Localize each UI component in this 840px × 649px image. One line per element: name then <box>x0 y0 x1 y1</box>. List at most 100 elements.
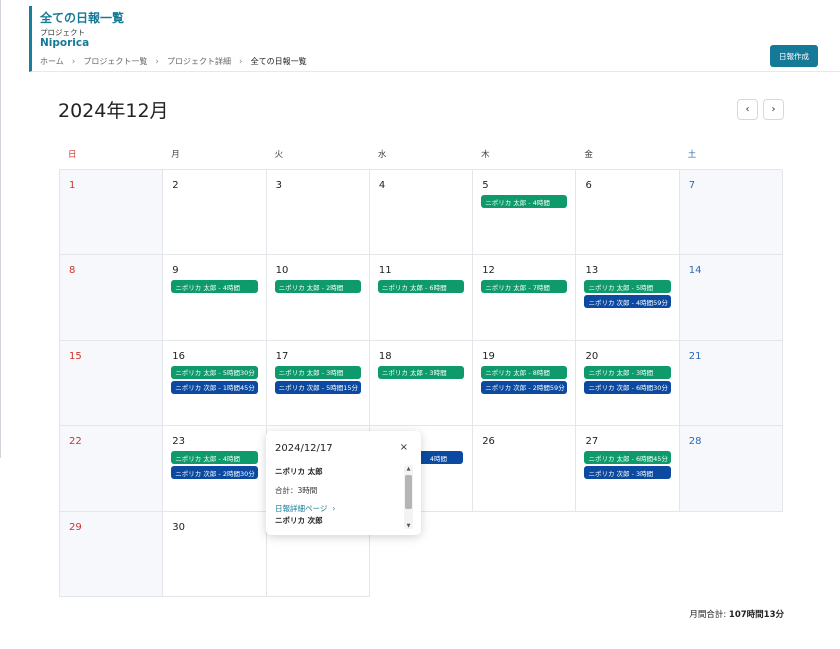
day-events: ニポリカ 太郎 - 8時間 ニポリカ 次郎 - 2時間59分 <box>481 365 568 394</box>
calendar-event[interactable]: ニポリカ 次郎 - 2時間59分 <box>481 380 568 394</box>
calendar-day-cell[interactable]: 18 ニポリカ 太郎 - 3時間 <box>369 340 474 427</box>
calendar-event[interactable]: ニポリカ 太郎 - 4時間 <box>171 280 258 294</box>
day-number: 4 <box>378 180 386 191</box>
breadcrumb: ホーム › プロジェクト一覧 › プロジェクト詳細 › 全ての日報一覧 <box>40 56 307 67</box>
day-number: 28 <box>688 436 702 448</box>
create-report-button[interactable]: 日報作成 <box>770 45 818 67</box>
day-number: 29 <box>69 521 82 533</box>
calendar-day-cell[interactable]: 7 <box>679 170 784 256</box>
calendar-day-cell[interactable]: 23 ニポリカ 太郎 - 4時間 ニポリカ 次郎 - 2時間30分 <box>163 426 267 512</box>
left-divider <box>0 0 1 458</box>
popup-body: ニポリカ 太郎 合計：3時間 日報詳細ページ › <box>275 466 405 514</box>
day-events: ニポリカ 太郎 - 4時間 <box>171 280 258 294</box>
calendar-event[interactable]: ニポリカ 次郎 - 6時間30分 <box>584 380 671 394</box>
calendar-day-cell[interactable]: 29 <box>60 511 164 597</box>
calendar-event[interactable]: ニポリカ 太郎 - 3時間 <box>377 365 465 379</box>
next-month-button[interactable]: › <box>763 99 784 120</box>
calendar-event[interactable]: ニポリカ 次郎 - 2時間30分 <box>171 466 258 480</box>
calendar-day-cell[interactable]: 1 <box>60 170 164 256</box>
calendar-day-cell[interactable]: 16 ニポリカ 太郎 - 5時間30分 ニポリカ 次郎 - 1時間45分 <box>163 340 267 427</box>
calendar-day-cell[interactable]: 2 <box>163 170 267 256</box>
calendar-day-cell[interactable]: 27 ニポリカ 太郎 - 6時間45分 ニポリカ 次郎 - 3時間 <box>576 426 680 512</box>
calendar-day-cell[interactable]: 4 <box>369 170 474 256</box>
calendar-day-cell[interactable]: 5 ニポリカ 太郎 - 4時間 <box>473 170 577 256</box>
calendar-event[interactable]: ニポリカ 太郎 - 5時間30分 <box>171 365 258 379</box>
calendar-day-cell[interactable]: 17 ニポリカ 太郎 - 3時間 ニポリカ 次郎 - 5時間15分 <box>266 340 370 427</box>
breadcrumb-project-list[interactable]: プロジェクト一覧 <box>83 56 147 67</box>
day-events: ニポリカ 太郎 - 3時間 <box>377 365 465 379</box>
day-events: ニポリカ 太郎 - 5時間30分 ニポリカ 次郎 - 1時間45分 <box>171 365 258 394</box>
day-number: 11 <box>378 265 392 277</box>
calendar-event[interactable]: ニポリカ 太郎 - 3時間 <box>274 365 361 379</box>
calendar-event[interactable]: ニポリカ 太郎 - 2時間 <box>274 280 361 294</box>
day-number: 1 <box>69 180 76 191</box>
calendar-event[interactable]: ニポリカ 太郎 - 7時間 <box>481 280 568 294</box>
day-detail-popup: 2024/12/17 × ニポリカ 太郎 合計：3時間 日報詳細ページ › ニポ… <box>266 431 421 535</box>
calendar-day-cell[interactable]: 19 ニポリカ 太郎 - 8時間 ニポリカ 次郎 - 2時間59分 <box>473 340 577 427</box>
weekday-tue: 火 <box>274 150 284 160</box>
breadcrumb-home[interactable]: ホーム <box>40 56 64 67</box>
scroll-down-icon[interactable]: ▼ <box>404 523 413 529</box>
chevron-left-icon: ‹ <box>745 104 750 115</box>
calendar-day-cell[interactable]: 12 ニポリカ 太郎 - 7時間 <box>473 255 577 341</box>
scroll-up-icon[interactable]: ▲ <box>404 466 413 472</box>
calendar-day-cell[interactable]: 11 ニポリカ 太郎 - 6時間 <box>369 255 474 341</box>
calendar-day-cell[interactable]: 22 <box>60 426 164 512</box>
calendar-day-cell[interactable]: 3 <box>266 170 370 256</box>
calendar-day-cell[interactable]: 15 <box>60 340 164 427</box>
calendar-event[interactable]: ニポリカ 次郎 - 1時間45分 <box>171 380 258 394</box>
calendar-day-cell[interactable]: 6 <box>576 170 680 256</box>
weekday-fri: 金 <box>584 150 593 160</box>
breadcrumb-project-detail[interactable]: プロジェクト詳細 <box>167 56 231 67</box>
calendar-event[interactable]: ニポリカ 次郎 - 4時間59分 <box>584 295 671 309</box>
day-number: 8 <box>69 265 76 277</box>
breadcrumb-separator-icon: › <box>155 56 159 67</box>
prev-month-button[interactable]: ‹ <box>737 99 758 120</box>
day-number: 10 <box>275 265 289 277</box>
calendar-event[interactable]: ニポリカ 太郎 - 4時間 <box>481 195 568 208</box>
day-number: 22 <box>69 436 82 448</box>
weekday-wed: 水 <box>377 150 387 160</box>
breadcrumb-current: 全ての日報一覧 <box>250 57 307 66</box>
calendar-day-cell[interactable]: 21 <box>679 340 784 427</box>
calendar-event[interactable]: ニポリカ 太郎 - 5時間 <box>584 280 671 294</box>
page-header: 全ての日報一覧 プロジェクト Niporica ホーム › プロジェクト一覧 ›… <box>29 6 840 72</box>
day-events: ニポリカ 太郎 - 2時間 <box>274 280 361 294</box>
scroll-thumb[interactable] <box>405 475 412 509</box>
day-number: 6 <box>585 180 592 191</box>
day-number: 30 <box>172 521 186 533</box>
report-detail-link-label: 日報詳細ページ <box>275 504 328 513</box>
calendar-day-cell[interactable]: 10 ニポリカ 太郎 - 2時間 <box>266 255 370 341</box>
calendar-day-cell[interactable]: 14 <box>679 255 784 341</box>
popup-scrollbar[interactable]: ▲ ▼ <box>404 465 413 529</box>
day-events: ニポリカ 太郎 - 6時間 <box>377 280 465 294</box>
calendar-day-cell[interactable]: 28 <box>679 426 784 512</box>
day-events: ニポリカ 太郎 - 7時間 <box>481 280 568 294</box>
day-events: ニポリカ 太郎 - 3時間 ニポリカ 次郎 - 6時間30分 <box>584 365 671 394</box>
day-events: ニポリカ 太郎 - 5時間 ニポリカ 次郎 - 4時間59分 <box>584 280 671 309</box>
calendar-event[interactable]: ニポリカ 次郎 - 5時間15分 <box>274 380 361 394</box>
close-icon[interactable]: × <box>400 442 408 453</box>
calendar-day-cell[interactable]: 13 ニポリカ 太郎 - 5時間 ニポリカ 次郎 - 4時間59分 <box>576 255 680 341</box>
day-number: 20 <box>585 350 599 362</box>
calendar-day-cell[interactable]: 8 <box>60 255 164 341</box>
weekday-mon: 月 <box>171 150 180 160</box>
report-detail-link[interactable]: 日報詳細ページ › <box>275 503 405 514</box>
monthly-total: 月間合計: 107時間13分 <box>689 608 784 620</box>
day-number: 12 <box>482 265 495 277</box>
calendar-event[interactable]: ニポリカ 次郎 - 3時間 <box>584 466 671 480</box>
day-number: 16 <box>172 350 186 362</box>
calendar-day-cell[interactable]: 9 ニポリカ 太郎 - 4時間 <box>163 255 267 341</box>
calendar-event[interactable]: ニポリカ 太郎 - 6時間 <box>377 280 465 294</box>
calendar-day-cell[interactable]: 20 ニポリカ 太郎 - 3時間 ニポリカ 次郎 - 6時間30分 <box>576 340 680 427</box>
calendar-event[interactable]: ニポリカ 太郎 - 3時間 <box>584 365 671 379</box>
calendar-day-cell[interactable]: 26 <box>473 426 577 512</box>
calendar-event[interactable]: ニポリカ 太郎 - 4時間 <box>171 451 258 465</box>
day-number: 15 <box>69 350 82 362</box>
calendar-event[interactable]: ニポリカ 太郎 - 6時間45分 <box>584 451 671 465</box>
day-number: 7 <box>688 180 696 191</box>
calendar-day-cell[interactable]: 30 <box>163 511 267 597</box>
day-number: 5 <box>482 180 489 191</box>
day-events: ニポリカ 太郎 - 6時間45分 ニポリカ 次郎 - 3時間 <box>584 451 671 480</box>
calendar-event[interactable]: ニポリカ 太郎 - 8時間 <box>481 365 568 379</box>
